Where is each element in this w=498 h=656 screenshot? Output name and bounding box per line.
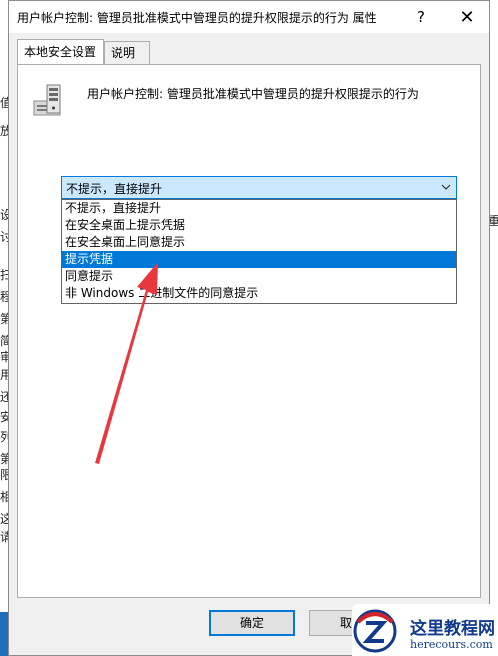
chevron-down-icon <box>441 184 451 190</box>
title-bar: 用户帐户控制: 管理员批准模式中管理员的提升权限提示的行为 属性 ? ✕ <box>9 1 489 33</box>
properties-dialog: 用户帐户控制: 管理员批准模式中管理员的提升权限提示的行为 属性 ? ✕ 本地安… <box>8 0 490 656</box>
setting-combobox[interactable]: 不提示，直接提升 <box>61 176 457 199</box>
server-policy-icon <box>33 84 61 116</box>
dropdown-option-no-prompt[interactable]: 不提示，直接提升 <box>62 200 456 217</box>
dropdown-option-non-windows-binaries-consent[interactable]: 非 Windows 二进制文件的同意提示 <box>62 285 456 302</box>
watermark-logo-icon <box>353 609 397 653</box>
help-button[interactable]: ? <box>399 1 443 33</box>
dropdown-option-consent-prompt[interactable]: 同意提示 <box>62 268 456 285</box>
watermark-url: herecours.com <box>410 638 493 651</box>
combobox-dropdown-list: 不提示，直接提升 在安全桌面上提示凭据 在安全桌面上同意提示 提示凭据 同意提示… <box>61 199 457 304</box>
dropdown-option-secure-desktop-consent[interactable]: 在安全桌面上同意提示 <box>62 234 456 251</box>
tab-local-security-setting[interactable]: 本地安全设置 <box>17 39 104 64</box>
watermark-title: 这里教程网 <box>410 619 495 639</box>
dropdown-option-secure-desktop-credentials[interactable]: 在安全桌面上提示凭据 <box>62 217 456 234</box>
tab-panel: 用户帐户控制: 管理员批准模式中管理员的提升权限提示的行为 不提示，直接提升 不… <box>17 64 481 598</box>
close-button[interactable]: ✕ <box>445 1 489 33</box>
ok-button[interactable]: 确定 <box>209 610 295 636</box>
site-watermark: 这里教程网 herecours.com <box>352 604 498 656</box>
policy-name: 用户帐户控制: 管理员批准模式中管理员的提升权限提示的行为 <box>87 87 419 101</box>
dropdown-option-prompt-credentials[interactable]: 提示凭据 <box>62 251 456 268</box>
dialog-title: 用户帐户控制: 管理员批准模式中管理员的提升权限提示的行为 属性 <box>17 11 377 25</box>
combobox-value: 不提示，直接提升 <box>66 182 163 196</box>
tab-explain[interactable]: 说明 <box>104 41 150 64</box>
